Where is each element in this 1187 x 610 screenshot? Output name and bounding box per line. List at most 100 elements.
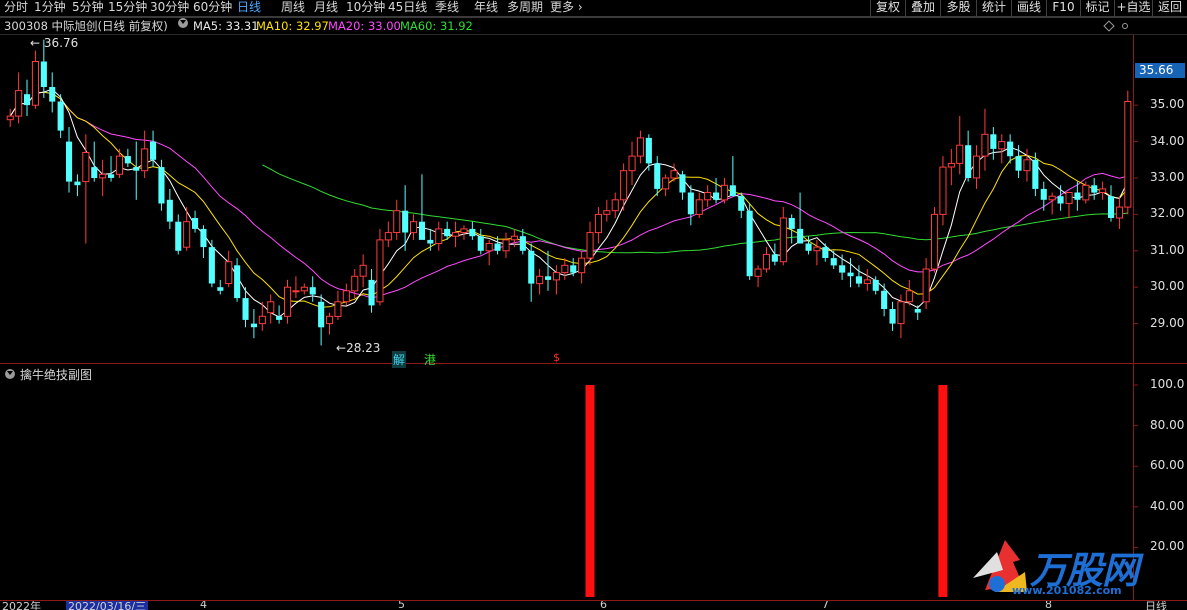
candle[interactable] [284,279,292,324]
dividend-marker[interactable]: $ [553,351,560,364]
candle[interactable] [594,207,603,244]
candle[interactable] [418,174,425,240]
candle[interactable] [208,239,215,288]
candle[interactable] [1015,145,1022,178]
candlestick-chart[interactable] [0,0,1187,610]
candle[interactable] [536,268,544,295]
candle[interactable] [779,207,787,266]
candle[interactable] [66,127,73,193]
candle[interactable] [931,207,939,273]
candle[interactable] [695,192,703,219]
candle[interactable] [133,141,140,200]
candle[interactable] [1099,181,1107,200]
candle[interactable] [234,258,241,302]
candle[interactable] [662,174,670,197]
candle[interactable] [108,156,115,182]
candle[interactable] [376,228,384,306]
candle[interactable] [939,156,947,226]
candle[interactable] [905,279,913,306]
candle[interactable] [1091,177,1098,200]
candle[interactable] [192,210,199,233]
candle[interactable] [368,268,375,313]
candle[interactable] [611,192,619,219]
candle[interactable] [754,265,762,288]
candle[interactable] [654,156,661,197]
candle[interactable] [469,221,476,240]
candle[interactable] [830,250,837,269]
candle[interactable] [359,254,367,288]
candle[interactable] [981,108,989,171]
candle[interactable] [1040,181,1047,211]
candle[interactable] [267,294,275,324]
candle[interactable] [115,148,124,178]
candle[interactable] [6,108,14,128]
candle[interactable] [24,79,31,117]
candle[interactable] [74,174,81,197]
candle[interactable] [855,265,862,288]
candle[interactable] [839,254,846,280]
candle[interactable] [973,145,981,189]
candle[interactable] [410,214,418,240]
dropdown-circle-icon[interactable] [5,369,15,379]
candle[interactable] [578,250,586,284]
candle[interactable] [720,177,729,204]
candle[interactable] [738,192,745,219]
candle[interactable] [1082,181,1090,204]
candle[interactable] [99,159,107,197]
candle[interactable] [452,221,460,248]
candle[interactable] [687,185,694,226]
candle[interactable] [276,305,283,324]
candle[interactable] [82,134,90,244]
candle[interactable] [183,207,191,251]
candle[interactable] [175,214,182,255]
candle[interactable] [393,199,401,240]
candle[interactable] [679,170,686,200]
candle[interactable] [300,283,308,295]
candle[interactable] [863,268,871,291]
candle[interactable] [545,250,552,291]
candle[interactable] [141,130,149,178]
candle[interactable] [771,243,778,266]
candle[interactable] [822,243,829,262]
candle[interactable] [889,301,896,331]
candle[interactable] [1048,192,1056,215]
candle[interactable] [217,279,224,295]
candle[interactable] [292,276,300,299]
candle[interactable] [334,290,342,320]
candle[interactable] [713,177,720,204]
candle[interactable] [965,130,972,182]
candle[interactable] [813,239,821,266]
candle[interactable] [1057,185,1064,211]
candle[interactable] [435,221,443,251]
candle[interactable] [15,72,23,124]
hk-connect-marker[interactable]: 港 [424,351,436,368]
candle[interactable] [620,163,628,211]
candle[interactable] [881,283,888,317]
candle[interactable] [309,276,316,302]
candle[interactable] [746,203,753,280]
candle[interactable] [922,258,930,310]
candle[interactable] [384,221,392,248]
candle[interactable] [342,283,350,306]
unlock-marker[interactable]: 解 [392,351,407,368]
candle[interactable] [124,148,131,168]
candle[interactable] [797,192,804,244]
candle[interactable] [158,159,165,211]
candle[interactable] [636,130,645,164]
candle[interactable] [460,225,468,240]
candle[interactable] [528,243,535,302]
candle[interactable] [502,232,510,259]
candle[interactable] [49,72,56,113]
candle[interactable] [552,265,561,295]
candle[interactable] [628,141,636,186]
candle[interactable] [561,258,569,280]
candle[interactable] [477,228,484,255]
candle[interactable] [947,148,955,186]
candle[interactable] [225,250,233,288]
candle[interactable] [250,309,257,339]
candle[interactable] [1108,185,1115,222]
candle[interactable] [897,294,905,339]
candle[interactable] [1124,90,1132,215]
candle[interactable] [326,312,334,335]
candle[interactable] [998,134,1006,164]
